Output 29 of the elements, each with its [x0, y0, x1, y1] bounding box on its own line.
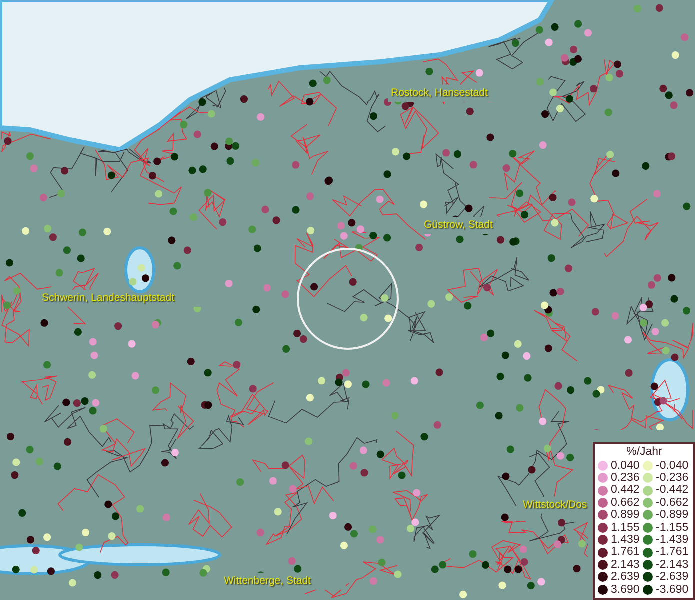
legend-title: %/Jahr	[626, 446, 664, 460]
legend-value: 1.761	[611, 546, 640, 559]
place-label: Wittstock/Dos	[523, 500, 588, 510]
legend-value: -2.639	[656, 571, 689, 584]
place-label: Schwerin, Landeshauptstadt	[42, 293, 175, 304]
place-label: Güstrow, Stadt	[424, 220, 493, 230]
legend-value: -1.439	[656, 534, 689, 546]
legend-value: -1.155	[656, 522, 689, 534]
legend-value: -1.761	[656, 546, 689, 559]
legend-value: 3.690	[611, 584, 640, 596]
legend-value: 0.040	[611, 460, 640, 472]
lake-area	[650, 358, 690, 422]
legend-value: -0.040	[656, 460, 689, 472]
legend-value: -0.236	[656, 472, 689, 484]
legend-value: -3.690	[656, 584, 689, 596]
legend-value: 0.236	[611, 472, 640, 484]
legend-value: 2.639	[611, 571, 640, 584]
legend-value: 1.155	[611, 522, 640, 534]
legend-value: 2.143	[611, 558, 640, 572]
legend-value: 1.439	[611, 534, 640, 546]
legend-value: -0.662	[656, 496, 689, 510]
legend-value: 0.442	[611, 484, 640, 497]
legend-value: -0.899	[656, 509, 689, 522]
legend-value: -2.143	[656, 558, 689, 572]
legend-value: 0.899	[611, 509, 640, 522]
legend-value: -0.442	[656, 484, 689, 497]
place-label: Wittenberge, Stadt	[224, 576, 311, 586]
legend-value: 0.662	[611, 496, 640, 510]
place-label: Rostock, Hansestadt	[391, 88, 488, 98]
